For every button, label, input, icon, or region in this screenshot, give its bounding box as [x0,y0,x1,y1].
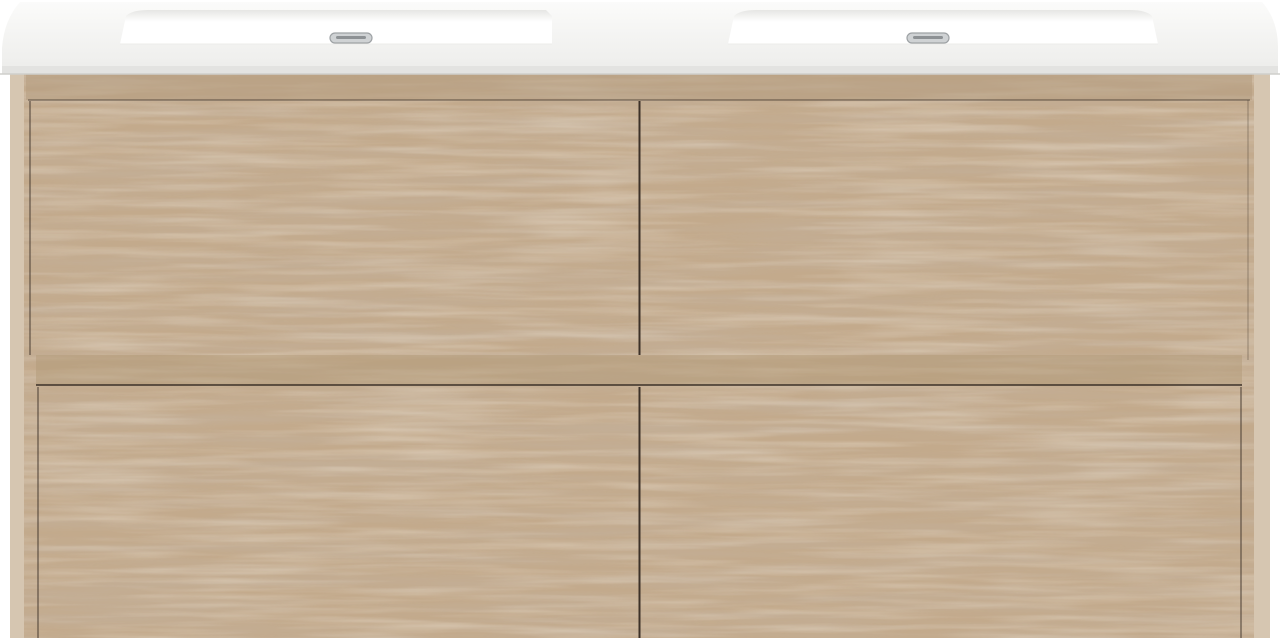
top-rail [26,72,1252,100]
middle-rail [36,355,1242,385]
vanity-illustration [0,2,1280,638]
overflow-right-icon [906,32,950,44]
overflow-left-icon [329,32,373,44]
